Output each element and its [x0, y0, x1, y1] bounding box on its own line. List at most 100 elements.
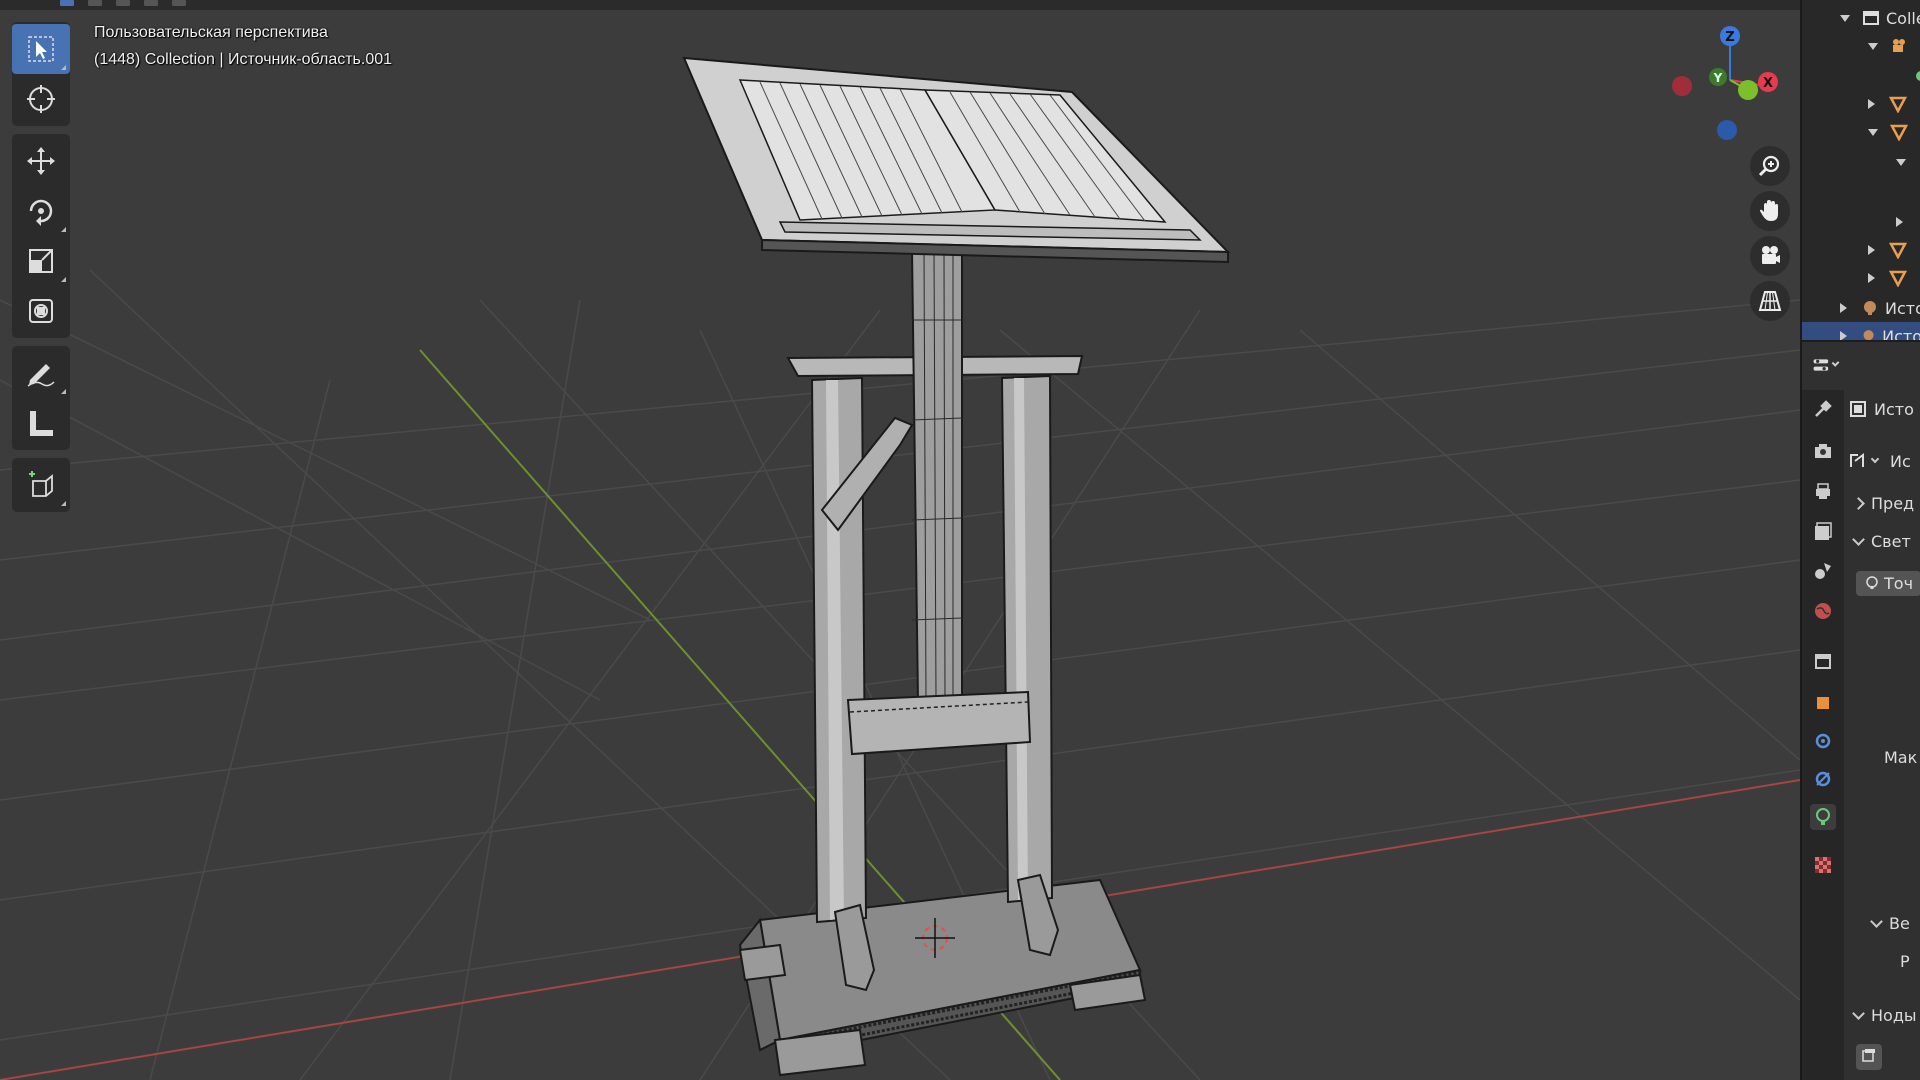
cursor-tool[interactable] [12, 74, 70, 124]
collapse-toggle-icon[interactable] [1840, 303, 1847, 313]
outliner-panel[interactable]: Colle [1800, 0, 1920, 340]
expand-icon [1916, 71, 1920, 81]
properties-editor-icon [1813, 359, 1829, 371]
r-property-row[interactable]: Р [1900, 946, 1910, 976]
gizmo-y-positive[interactable] [1738, 80, 1758, 100]
section-nodes-header[interactable]: Ноды [1852, 1000, 1917, 1030]
outliner-row-mesh[interactable] [1868, 264, 1907, 292]
mesh-icon [1889, 242, 1907, 259]
outliner-row-child[interactable] [1896, 148, 1906, 176]
tab-collection[interactable] [1810, 648, 1836, 674]
checker-texture-icon [1815, 857, 1831, 873]
collection-box-icon [1815, 654, 1831, 669]
header-button-select[interactable] [60, 0, 74, 6]
header-button[interactable] [144, 0, 158, 6]
blender-window: Пользовательская перспектива (1448) Coll… [0, 0, 1920, 1080]
outliner-row-light-selected[interactable]: Исто [1802, 322, 1920, 340]
section-light-header[interactable]: Свет [1852, 526, 1911, 556]
outliner-row-collection[interactable]: Colle [1840, 4, 1920, 32]
scale-tool[interactable] [12, 236, 70, 286]
node-data-icon [1850, 453, 1864, 467]
outliner-row-light[interactable]: Исто [1840, 294, 1920, 322]
outliner-row-child[interactable] [1896, 208, 1903, 236]
tab-scene[interactable] [1810, 558, 1836, 584]
tab-object[interactable] [1810, 690, 1836, 716]
collapse-toggle-icon[interactable] [1896, 217, 1903, 227]
camera-view-button[interactable] [1750, 236, 1790, 276]
outliner-row-mesh[interactable] [1868, 90, 1907, 118]
light-type-box[interactable]: Точ [1856, 570, 1920, 596]
gizmo-z-negative[interactable] [1717, 120, 1737, 140]
navigation-gizmo[interactable]: Z X Y [1660, 20, 1800, 150]
collapse-toggle-icon[interactable] [1868, 245, 1875, 255]
data-block-row[interactable]: Исто [1848, 394, 1914, 424]
outliner-light-selected-label: Исто [1882, 326, 1920, 341]
tab-world[interactable] [1810, 598, 1836, 624]
max-property-row[interactable]: Мак [1884, 742, 1917, 772]
tool-group-select [12, 22, 70, 126]
tab-view-layer[interactable] [1810, 518, 1836, 544]
outliner-row-mesh[interactable] [1868, 118, 1908, 146]
tab-render[interactable] [1810, 438, 1836, 464]
tab-output[interactable] [1810, 478, 1836, 504]
tool-group-transform [12, 134, 70, 338]
subsection-ve-header[interactable]: Ве [1870, 908, 1910, 938]
expand-toggle-icon[interactable] [1868, 128, 1878, 136]
transform-tool[interactable] [12, 286, 70, 336]
pan-hand-icon [1760, 200, 1778, 221]
collapse-toggle-icon[interactable] [1868, 99, 1875, 109]
tab-light-data[interactable] [1810, 804, 1836, 830]
tool-shelf [12, 22, 70, 520]
select-box-tool[interactable] [12, 24, 70, 74]
outliner-row-camera[interactable] [1868, 32, 1908, 60]
section-preview-header[interactable]: Пред [1852, 488, 1914, 518]
perspective-toggle-button[interactable] [1750, 281, 1790, 321]
render-camera-icon [1815, 444, 1831, 458]
tab-modifiers[interactable] [1810, 728, 1836, 754]
light-data-selector[interactable]: Ис [1848, 446, 1911, 476]
header-button[interactable] [172, 0, 186, 6]
annotate-tool[interactable] [12, 348, 70, 398]
chevron-right-icon [1852, 496, 1865, 510]
properties-panel[interactable]: Исто Ис Пред Свет Точ Мак Ве Р Ноды [1800, 342, 1920, 1080]
move-tool[interactable] [12, 136, 70, 186]
rotate-tool[interactable] [12, 186, 70, 236]
tool-group-add [12, 458, 70, 512]
view-name-label: Пользовательская перспектива [94, 24, 328, 41]
header-button[interactable] [116, 0, 130, 6]
measure-tool[interactable] [12, 398, 70, 448]
gizmo-x-label: X [1763, 76, 1773, 91]
expand-toggle-icon[interactable] [1840, 14, 1850, 22]
collapse-toggle-icon[interactable] [1868, 273, 1875, 283]
collection-icon [1863, 11, 1879, 25]
properties-tabs [1802, 390, 1844, 1080]
add-cube-tool[interactable] [12, 460, 70, 510]
outliner-row-mesh[interactable] [1868, 236, 1907, 264]
light-type-point-button[interactable]: Точ [1856, 568, 1920, 598]
editor-type-menu[interactable] [1812, 352, 1846, 378]
physics-icon [1815, 771, 1831, 787]
expand-toggle-icon[interactable] [1868, 42, 1878, 50]
viewport-navigation [1750, 146, 1790, 326]
tab-tool[interactable] [1810, 396, 1836, 422]
gizmo-z-label: Z [1725, 30, 1734, 45]
outliner-row-sub[interactable] [1912, 62, 1920, 90]
3d-viewport[interactable]: Пользовательская перспектива (1448) Coll… [0, 0, 1800, 1080]
gizmo-x-negative[interactable] [1672, 76, 1692, 96]
r-property-label: Р [1900, 951, 1910, 971]
header-button[interactable] [88, 0, 102, 6]
nodes-use-button[interactable] [1856, 1042, 1882, 1072]
pan-button[interactable] [1750, 191, 1790, 231]
properties-object-name: Исто [1874, 399, 1914, 419]
mesh-icon [1890, 124, 1908, 141]
expand-toggle-icon[interactable] [1896, 158, 1906, 166]
zoom-button[interactable] [1750, 146, 1790, 186]
image-layer-icon [1815, 522, 1832, 540]
nodes-button-box[interactable] [1856, 1044, 1882, 1070]
lectern-model[interactable] [682, 56, 1231, 1077]
tab-physics[interactable] [1810, 766, 1836, 792]
pencil-icon [27, 364, 55, 387]
scene-icon [1815, 563, 1831, 579]
tab-texture[interactable] [1810, 852, 1836, 878]
collapse-toggle-icon[interactable] [1840, 331, 1847, 340]
